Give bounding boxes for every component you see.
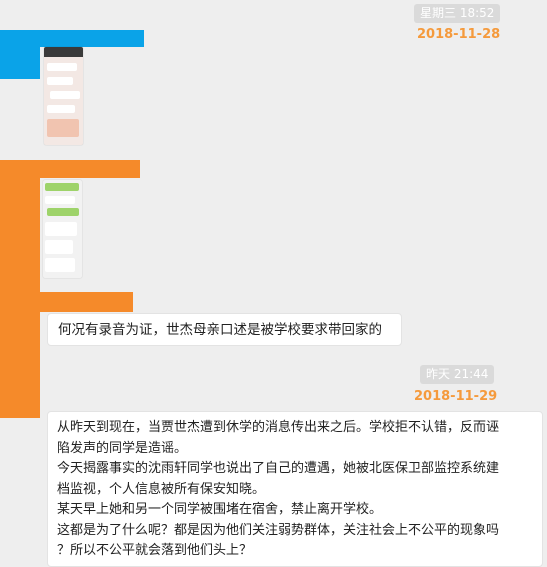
message-text: 何况有录音为证，世杰母亲口述是被学校要求带回家的 — [58, 322, 382, 338]
thumbnail-line — [47, 63, 77, 71]
thumbnail-line — [50, 91, 80, 99]
thumbnail-line — [45, 222, 77, 236]
message-line: 从昨天到现在，当贾世杰遭到休学的消息传出来之后。学校拒不认错，反而诬 — [57, 420, 500, 435]
redaction-block-orange-name — [40, 292, 133, 312]
message-bubble[interactable]: 何况有录音为证，世杰母亲口述是被学校要求带回家的 — [47, 313, 402, 346]
message-line: 陷发声的同学是造谣。 — [57, 440, 188, 456]
message-line: 某天早上她和另一个同学被围堵在宿舍，禁止离开学校。 — [57, 502, 383, 517]
redaction-block-blue-lower — [0, 47, 40, 79]
thumbnail-line — [47, 77, 73, 85]
message-line: 这都是为了什么呢？都是因为他们关注弱势群体，关注社会上不公平的现象吗 — [57, 522, 500, 538]
date-label: 2018-11-28 — [417, 27, 501, 42]
thumbnail-line — [45, 258, 75, 272]
date-label: 2018-11-29 — [414, 389, 498, 404]
thumbnail-header — [44, 47, 83, 57]
timestamp-pill: 星期三 18:52 — [414, 4, 501, 23]
thumbnail-line — [45, 240, 73, 254]
thumbnail-line — [47, 105, 75, 113]
redaction-block-blue — [0, 30, 144, 47]
thumbnail-line — [47, 208, 79, 216]
timestamp-pill: 昨天 21:44 — [420, 365, 495, 384]
redaction-block-orange-tall — [0, 178, 40, 418]
image-message-thumbnail[interactable] — [44, 47, 83, 145]
message-line: 档监视，个人信息被所有保安知晓。 — [57, 481, 266, 497]
message-bubble[interactable]: 从昨天到现在，当贾世杰遭到休学的消息传出来之后。学校拒不认错，反而诬 陷发声的同… — [47, 411, 543, 567]
redaction-block-orange — [0, 160, 140, 178]
message-line: ？所以不公平就会落到他们头上？ — [57, 543, 253, 558]
thumbnail-line — [45, 183, 79, 191]
image-message-thumbnail[interactable] — [43, 180, 82, 278]
thumbnail-line — [45, 196, 75, 204]
message-line: 今天揭露事实的沈雨轩同学也说出了自己的遭遇，她被北医保卫部监控系统建 — [57, 461, 500, 476]
thumbnail-line — [47, 119, 79, 137]
